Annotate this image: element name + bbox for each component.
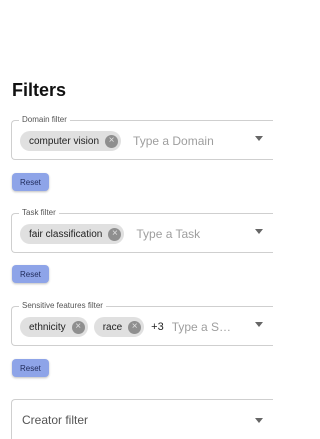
remove-chip-icon[interactable]: × — [128, 320, 142, 334]
chevron-down-icon[interactable] — [255, 136, 263, 141]
task-chip-label: fair classification — [29, 228, 103, 240]
sensitive-reset-button[interactable]: Reset — [12, 359, 49, 377]
chevron-down-icon[interactable] — [255, 418, 263, 423]
remove-chip-icon[interactable]: × — [105, 134, 119, 148]
chevron-down-icon[interactable] — [255, 229, 263, 234]
chevron-down-icon[interactable] — [255, 322, 263, 327]
task-reset-button[interactable]: Reset — [12, 265, 49, 283]
sensitive-chip: ethnicity × — [20, 317, 88, 337]
task-filter-label: Task filter — [19, 207, 59, 219]
task-filter[interactable]: Task filter fair classification × Type a… — [11, 207, 273, 253]
sensitive-chip-label: ethnicity — [29, 321, 66, 333]
filters-title: Filters — [12, 80, 67, 100]
creator-filter[interactable]: Creator filter — [11, 399, 273, 439]
sensitive-input[interactable]: Type a S… — [172, 320, 231, 334]
task-input[interactable]: Type a Task — [136, 227, 200, 241]
sensitive-features-filter-label: Sensitive features filter — [19, 300, 106, 312]
more-chips-count: +3 — [151, 321, 164, 333]
task-chip: fair classification × — [20, 224, 125, 244]
creator-filter-label: Creator filter — [22, 413, 89, 427]
remove-chip-icon[interactable]: × — [71, 320, 85, 334]
domain-filter-label: Domain filter — [19, 114, 70, 126]
sensitive-chip: race × — [93, 317, 145, 337]
domain-chip: computer vision × — [20, 131, 122, 151]
domain-chip-label: computer vision — [29, 135, 100, 147]
sensitive-chip-label: race — [102, 321, 123, 333]
sensitive-features-filter[interactable]: Sensitive features filter ethnicity × ra… — [11, 300, 273, 346]
domain-input[interactable]: Type a Domain — [133, 134, 214, 148]
domain-filter[interactable]: Domain filter computer vision × Type a D… — [11, 114, 273, 160]
domain-reset-button[interactable]: Reset — [12, 173, 49, 191]
remove-chip-icon[interactable]: × — [108, 227, 122, 241]
